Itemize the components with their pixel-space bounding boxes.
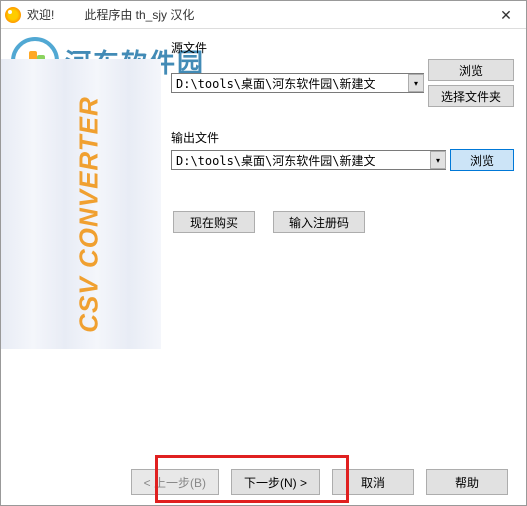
select-folder-button[interactable]: 选择文件夹 bbox=[428, 85, 514, 107]
help-button[interactable]: 帮助 bbox=[426, 469, 508, 495]
enter-code-button[interactable]: 输入注册码 bbox=[273, 211, 365, 233]
title-welcome: 欢迎! bbox=[27, 6, 54, 23]
next-button[interactable]: 下一步(N) > bbox=[231, 469, 320, 495]
source-browse-button[interactable]: 浏览 bbox=[428, 59, 514, 81]
output-file-group: 输出文件 ▾ 浏览 bbox=[171, 129, 514, 171]
mid-actions: 现在购买 输入注册码 bbox=[173, 211, 365, 233]
close-button[interactable]: ✕ bbox=[486, 1, 526, 29]
sidebar: CSV CONVERTER bbox=[1, 59, 161, 349]
footer: < 上一步(B) 下一步(N) > 取消 帮助 bbox=[1, 469, 526, 495]
buy-now-button[interactable]: 现在购买 bbox=[173, 211, 255, 233]
app-icon bbox=[5, 7, 21, 23]
source-file-input[interactable] bbox=[171, 73, 424, 93]
output-file-label: 输出文件 bbox=[171, 129, 514, 146]
source-file-label: 源文件 bbox=[171, 39, 514, 56]
source-file-group: 源文件 ▾ 浏览 选择文件夹 bbox=[171, 39, 514, 107]
titlebar: 欢迎! 此程序由 th_sjy 汉化 ✕ bbox=[1, 1, 526, 29]
sidebar-title: CSV CONVERTER bbox=[74, 96, 105, 332]
back-button: < 上一步(B) bbox=[131, 469, 219, 495]
output-file-input[interactable] bbox=[171, 150, 446, 170]
main-content: 源文件 ▾ 浏览 选择文件夹 输出文件 ▾ 浏览 bbox=[171, 39, 514, 185]
title-subtitle: 此程序由 th_sjy 汉化 bbox=[84, 6, 194, 23]
chevron-down-icon[interactable]: ▾ bbox=[408, 74, 424, 92]
chevron-down-icon[interactable]: ▾ bbox=[430, 151, 446, 169]
output-browse-button[interactable]: 浏览 bbox=[450, 149, 514, 171]
cancel-button[interactable]: 取消 bbox=[332, 469, 414, 495]
